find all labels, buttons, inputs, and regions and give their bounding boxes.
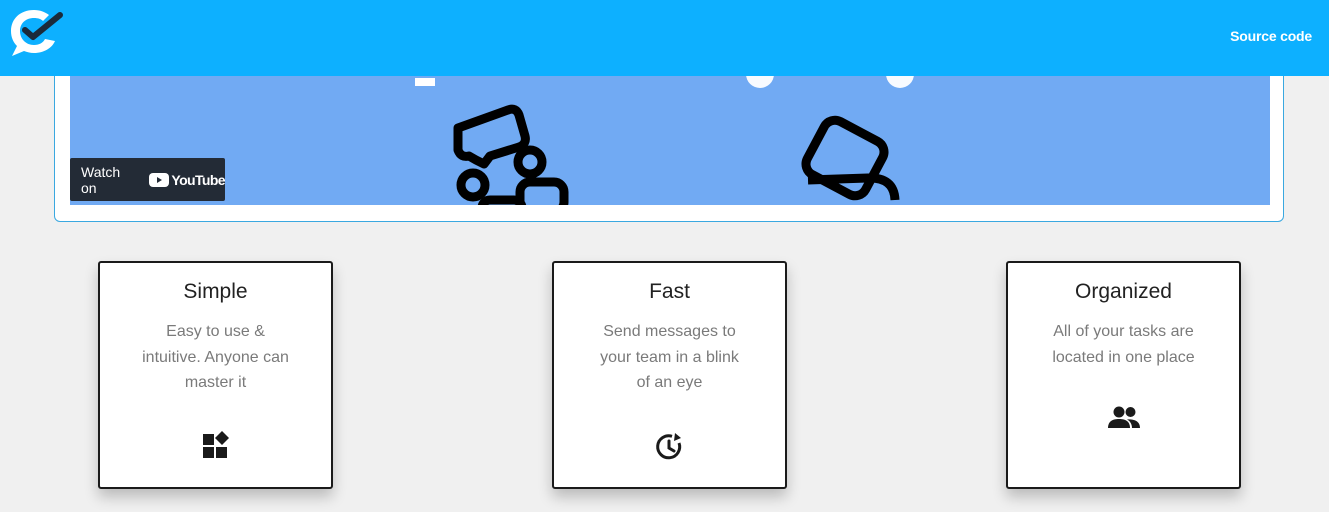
youtube-wordmark: YouTube bbox=[171, 171, 225, 188]
chat-check-logo-icon[interactable] bbox=[8, 6, 64, 58]
people-icon bbox=[1107, 406, 1140, 428]
feature-description: Send messages to your team in a blink of… bbox=[600, 323, 739, 391]
feature-title: Fast bbox=[649, 280, 690, 303]
source-code-link[interactable]: Source code bbox=[1230, 28, 1312, 44]
clock-refresh-icon bbox=[655, 433, 681, 460]
watch-on-label: Watch on bbox=[81, 163, 121, 196]
watch-on-youtube-button[interactable]: Watch on YouTube bbox=[70, 158, 226, 201]
widgets-icon bbox=[202, 431, 229, 458]
feature-description: All of your tasks are located in one pla… bbox=[1052, 323, 1195, 366]
feature-description: Easy to use & intuitive. Anyone can mast… bbox=[142, 323, 289, 391]
feature-card-organized: Organized All of your tasks are located … bbox=[1006, 261, 1241, 489]
feature-title: Simple bbox=[183, 280, 248, 303]
page: Watch on YouTube Source code Simple Easy… bbox=[0, 0, 1329, 512]
youtube-logo: YouTube bbox=[149, 171, 226, 188]
feature-title: Organized bbox=[1075, 280, 1172, 303]
top-navbar: Source code bbox=[0, 0, 1329, 76]
feature-card-simple: Simple Easy to use & intuitive. Anyone c… bbox=[98, 261, 333, 489]
feature-card-fast: Fast Send messages to your team in a bli… bbox=[552, 261, 787, 489]
youtube-play-icon bbox=[149, 172, 170, 187]
